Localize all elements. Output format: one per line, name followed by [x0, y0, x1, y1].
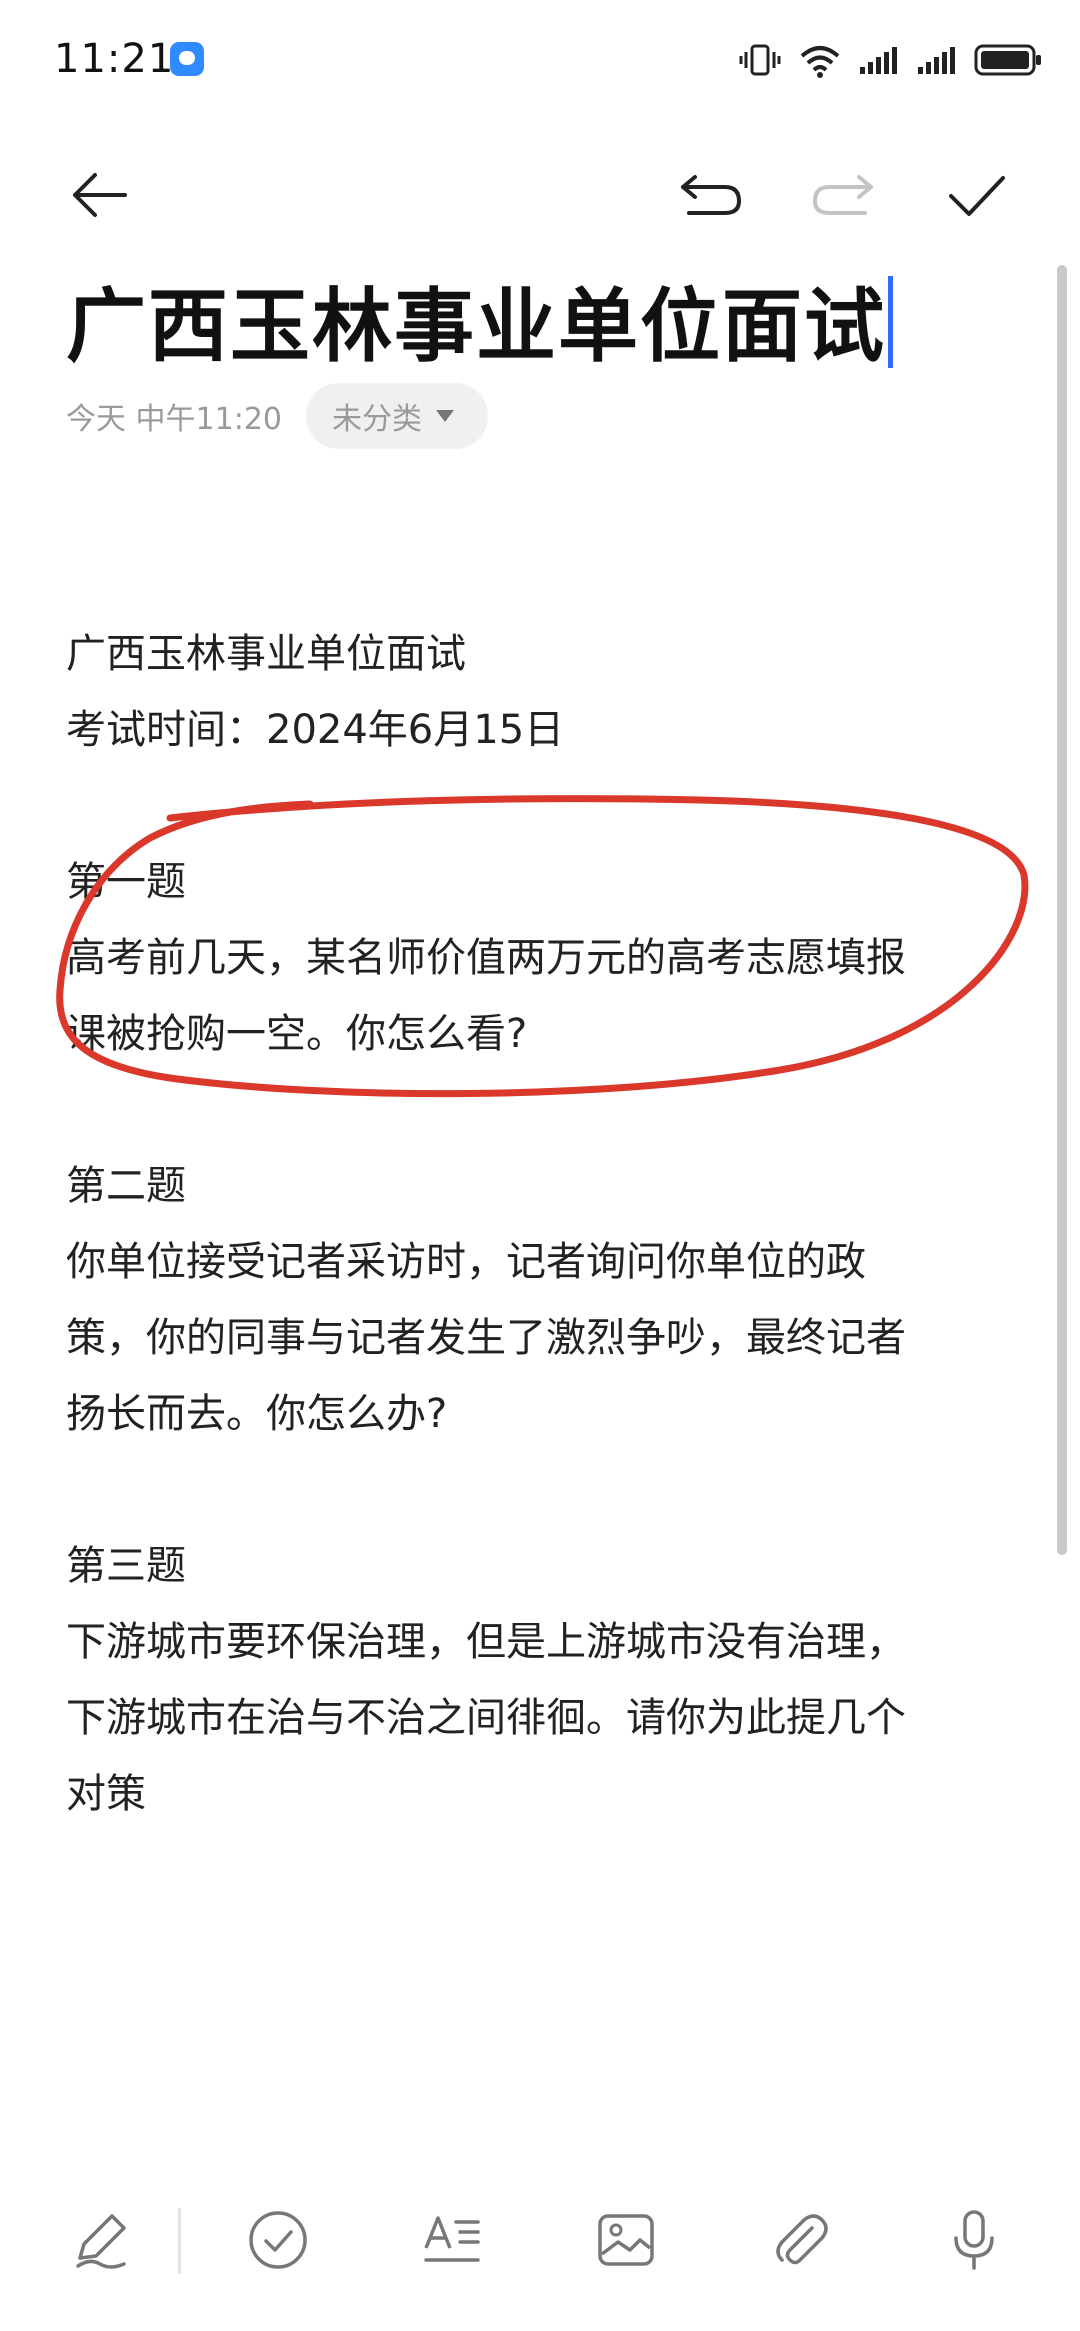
note-meta: 今天 中午11:20 未分类: [66, 383, 488, 449]
toolbar-divider: [178, 2208, 181, 2274]
body-line: 扬长而去。你怎么办?: [66, 1391, 448, 1437]
checklist-icon: [249, 2211, 307, 2269]
battery-icon: [974, 44, 1041, 76]
pen-icon: [76, 2214, 126, 2269]
note-title[interactable]: 广西玉林事业单位面试: [66, 262, 893, 378]
vibrate-icon: [739, 44, 781, 76]
body-line: 下游城市要环保治理，但是上游城市没有治理，: [66, 1619, 906, 1665]
body-line: 对策: [66, 1771, 146, 1817]
note-title-text: 广西玉林事业单位面试: [66, 280, 886, 373]
body-line: 下游城市在治与不治之间徘徊。请你为此提几个: [66, 1695, 906, 1741]
chevron-down-icon: [436, 410, 454, 422]
note-body[interactable]: 广西玉林事业单位面试 考试时间：2024年6月15日 第一题 高考前几天，某名师…: [66, 616, 1026, 1832]
checkmark-icon: [949, 176, 1005, 216]
redo-button[interactable]: [808, 160, 878, 230]
notification-icon: [170, 42, 204, 76]
back-button[interactable]: [64, 160, 134, 230]
body-line: [66, 1452, 1026, 1528]
status-icons: [738, 38, 1044, 82]
body-line: 课被抢购一空。你怎么看?: [66, 1011, 528, 1057]
text-cursor: [888, 276, 893, 368]
question-heading: 第三题: [66, 1543, 186, 1589]
question-heading: 第二题: [66, 1163, 186, 1209]
body-line: 考试时间：2024年6月15日: [66, 707, 565, 753]
image-icon: [598, 2214, 654, 2266]
microphone-icon: [954, 2210, 994, 2270]
scrollbar[interactable]: [1057, 265, 1067, 1555]
attachment-icon: [776, 2214, 828, 2265]
category-label: 未分类: [332, 402, 422, 437]
status-bar: 11:21: [0, 0, 1080, 120]
back-arrow-icon: [73, 173, 127, 217]
insert-image-button[interactable]: [576, 2190, 676, 2290]
text-format-icon: [424, 2216, 480, 2262]
signal-icon: [860, 47, 897, 74]
signal-icon-2: [918, 47, 955, 74]
body-line: 策，你的同事与记者发生了激烈争吵，最终记者: [66, 1315, 906, 1361]
body-line: [66, 768, 1026, 844]
body-line: 你单位接受记者采访时，记者询问你单位的政: [66, 1239, 866, 1285]
wifi-icon: [800, 46, 840, 78]
editor-toolbar: [0, 140, 1080, 240]
checklist-button[interactable]: [228, 2190, 328, 2290]
note-date: 今天 中午11:20: [66, 402, 282, 437]
undo-icon: [681, 175, 742, 215]
redo-icon: [812, 175, 873, 215]
body-line: 高考前几天，某名师价值两万元的高考志愿填报: [66, 935, 906, 981]
body-line: 广西玉林事业单位面试: [66, 631, 466, 677]
body-line: [66, 1072, 1026, 1148]
undo-button[interactable]: [676, 160, 746, 230]
handwriting-button[interactable]: [52, 2190, 152, 2290]
category-dropdown[interactable]: 未分类: [306, 383, 488, 449]
attachment-button[interactable]: [750, 2190, 850, 2290]
bottom-toolbar: [0, 2190, 1080, 2300]
status-time: 11:21: [54, 36, 175, 82]
save-check-button[interactable]: [942, 160, 1012, 230]
question-heading: 第一题: [66, 859, 186, 905]
voice-input-button[interactable]: [924, 2190, 1024, 2290]
text-format-button[interactable]: [402, 2190, 502, 2290]
